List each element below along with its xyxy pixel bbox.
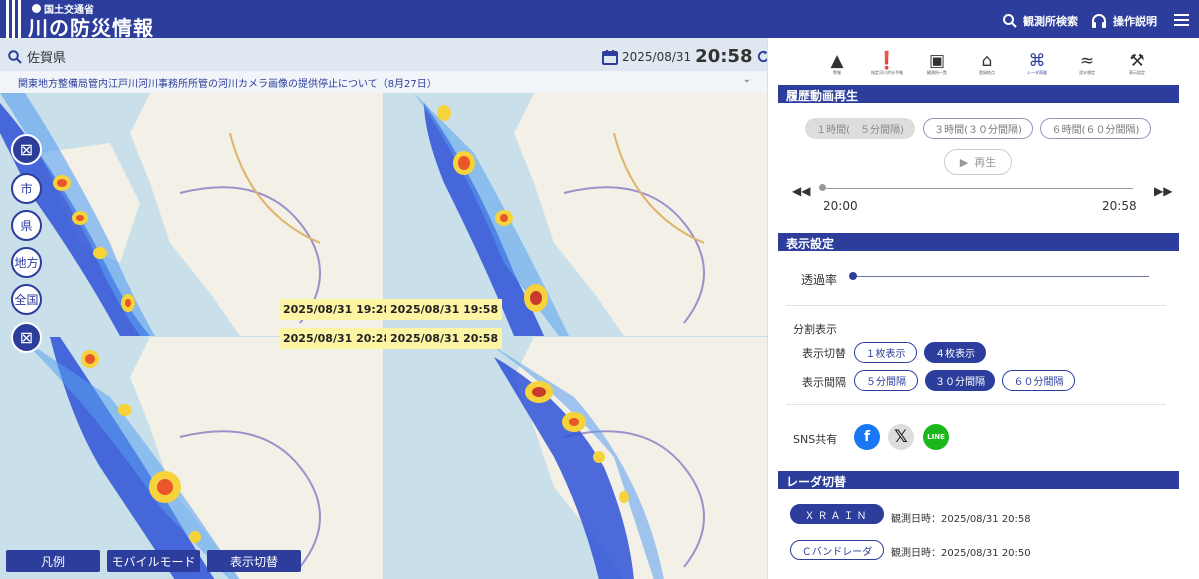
close-scale-icon[interactable]: ⊠: [11, 322, 42, 353]
sns-share-label: SNS共有: [793, 433, 838, 446]
map-quadrant-4[interactable]: [384, 337, 767, 579]
scale-region-button[interactable]: 地方: [11, 247, 42, 278]
datetime-display: 2025/08/31 20:58: [602, 46, 771, 67]
current-time: 20:58: [695, 46, 753, 67]
line-icon[interactable]: LINE: [923, 424, 949, 450]
tool-settings[interactable]: ⚒ 表示設定: [1112, 52, 1162, 76]
interval-60min-button[interactable]: ６０分間隔: [1002, 370, 1075, 391]
calendar-icon[interactable]: [602, 49, 618, 65]
split-display-label: 分割表示: [793, 323, 837, 336]
range-3h-button[interactable]: ３時間(３０分間隔): [923, 118, 1033, 139]
tool-warning[interactable]: ▲ 警報: [812, 52, 862, 76]
notice-banner[interactable]: 関東地方整備局管内江戸川河川事務所所管の河川カメラ画像の提供停止について（8月2…: [0, 71, 767, 93]
display-section-header: 表示設定: [778, 233, 1179, 251]
tool-registered-points[interactable]: ⌂ 登録地点: [962, 52, 1012, 76]
opacity-slider[interactable]: [857, 276, 1149, 277]
opacity-label: 透過率: [801, 273, 838, 287]
radar-icon: ⌘: [1028, 51, 1046, 71]
timeline-start-time: 20:00: [823, 199, 858, 213]
radar-map[interactable]: 2025/08/31 19:28 2025/08/31 19:58 2025/0…: [0, 93, 767, 579]
fast-forward-icon[interactable]: ▶▶: [1154, 184, 1172, 198]
range-1h-button[interactable]: １時間( ５分間隔): [805, 118, 915, 139]
xrain-observation-time: 観測日時：2025/08/31 20:58: [891, 514, 1031, 525]
tool-radar[interactable]: ⌘ レーダ雨量: [1012, 52, 1062, 76]
mobile-mode-button[interactable]: モバイルモード: [107, 550, 200, 572]
tool-icons-row: ▲ 警報 ❗ 指定河川洪水予報 ▣ 観測所一覧 ⌂ 登録地点 ⌘ レーダ雨量 ≈ 浸水想定 …: [812, 52, 1162, 76]
control-panel: ▲ 警報 ❗ 指定河川洪水予報 ▣ 観測所一覧 ⌂ 登録地点 ⌘ レーダ雨量 ≈ 浸水想定 …: [767, 38, 1199, 579]
station-search-button[interactable]: 観測所検索: [1003, 13, 1078, 29]
cband-radar-button[interactable]: Ｃバンドレーダ: [790, 540, 884, 560]
interval-label: 表示間隔: [802, 376, 846, 389]
cband-observation-time: 観測日時：2025/08/31 20:50: [891, 548, 1031, 559]
divider: [786, 305, 1166, 306]
station-icon: ▣: [928, 51, 946, 71]
rewind-icon[interactable]: ◀◀: [792, 184, 810, 198]
timeline-slider[interactable]: [826, 188, 1133, 189]
history-section-header: 履歴動画再生: [778, 85, 1179, 103]
play-button[interactable]: ▶ 再生: [944, 149, 1012, 175]
legend-button[interactable]: 凡例: [6, 550, 100, 572]
timestamp-label-3: 2025/08/31 20:28: [279, 328, 396, 349]
facebook-icon[interactable]: f: [854, 424, 880, 450]
home-icon: ⌂: [981, 51, 993, 71]
search-icon: [8, 49, 22, 64]
timeline-end-time: 20:58: [1102, 199, 1137, 213]
map-topbar: 佐賀県 2025/08/31 20:58: [0, 38, 770, 71]
scale-city-button[interactable]: 市: [11, 173, 42, 204]
wave-icon: ≈: [1079, 51, 1095, 71]
header-stripes: [6, 0, 21, 38]
tool-inundation[interactable]: ≈ 浸水想定: [1062, 52, 1112, 76]
timestamp-label-2: 2025/08/31 19:58: [386, 299, 503, 320]
quad-view-button[interactable]: ４枚表示: [924, 342, 986, 363]
map-pane: 佐賀県 2025/08/31 20:58 関東地方整備局管内江戸川河川事務所所管…: [0, 38, 770, 579]
view-switch-button[interactable]: 表示切替: [207, 550, 301, 572]
search-icon: [1003, 14, 1017, 28]
help-button[interactable]: 操作説明: [1091, 13, 1157, 29]
timestamp-label-1: 2025/08/31 19:28: [279, 299, 396, 320]
timestamp-label-4: 2025/08/31 20:58: [386, 328, 503, 349]
scale-national-button[interactable]: 全国: [11, 284, 42, 315]
current-date: 2025/08/31: [622, 49, 692, 64]
play-icon: ▶: [959, 155, 969, 169]
x-twitter-icon[interactable]: 𝕏: [888, 424, 914, 450]
app-title[interactable]: 川の防災情報: [28, 12, 154, 41]
interval-30min-button[interactable]: ３０分間隔: [925, 370, 995, 391]
view-switch-label: 表示切替: [802, 347, 846, 360]
radar-map-image: [0, 337, 383, 579]
close-panel-icon[interactable]: ⊠: [11, 134, 42, 165]
headphones-icon: [1092, 13, 1106, 28]
divider: [786, 404, 1166, 405]
warning-icon: ▲: [830, 51, 844, 71]
single-view-button[interactable]: １枚表示: [854, 342, 917, 363]
wrench-icon: ⚒: [1129, 51, 1145, 71]
tool-station-list[interactable]: ▣ 観測所一覧: [912, 52, 962, 76]
alert-icon: ❗: [876, 51, 898, 71]
hamburger-menu-icon[interactable]: [1174, 14, 1189, 29]
region-name: 佐賀県: [27, 51, 67, 66]
map-quadrant-3[interactable]: [0, 337, 383, 579]
tool-flood-forecast[interactable]: ❗ 指定河川洪水予報: [862, 52, 912, 76]
radar-section-header: レーダ切替: [778, 471, 1179, 489]
chevron-down-icon[interactable]: ⌄: [743, 74, 751, 85]
interval-5min-button[interactable]: ５分間隔: [854, 370, 918, 391]
region-search[interactable]: 佐賀県: [8, 47, 66, 66]
opacity-knob[interactable]: [849, 272, 857, 280]
timeline-knob[interactable]: [819, 184, 826, 191]
radar-map-image: [384, 337, 767, 579]
xrain-button[interactable]: ＸＲＡＩＮ: [790, 504, 884, 524]
range-6h-button[interactable]: ６時間(６０分間隔): [1040, 118, 1151, 139]
scale-prefecture-button[interactable]: 県: [11, 210, 42, 241]
app-header: 国土交通省 川の防災情報 観測所検索 操作説明: [0, 0, 1199, 41]
